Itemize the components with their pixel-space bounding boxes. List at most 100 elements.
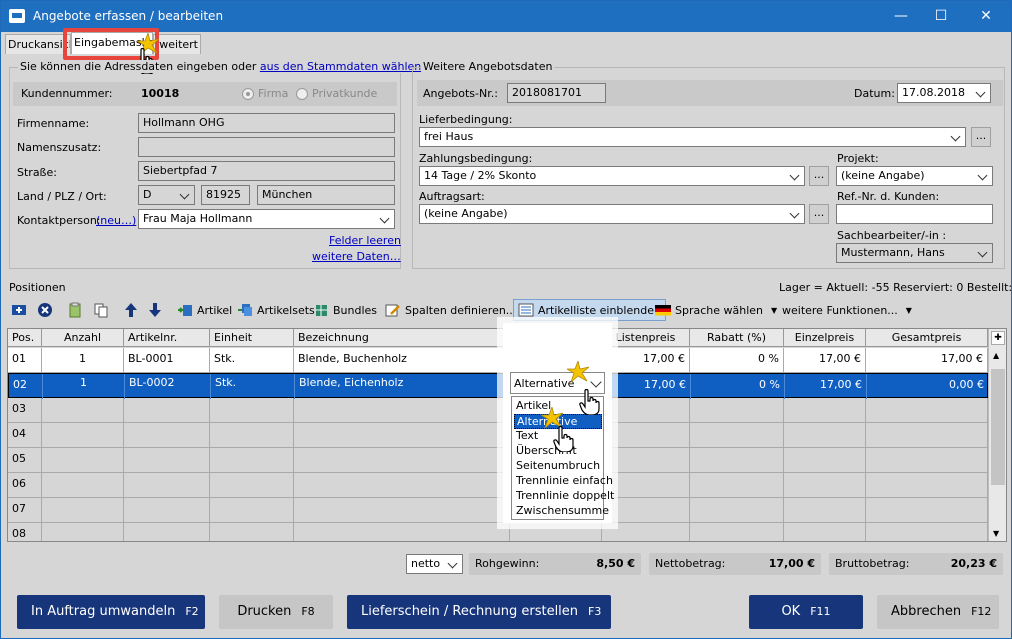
cell-anzahl[interactable]	[42, 448, 124, 473]
table-row[interactable]: 07	[8, 498, 988, 523]
auftragsart-select[interactable]: (keine Angabe)	[419, 204, 805, 224]
cell-listenpreis[interactable]	[602, 523, 690, 541]
cell-pos[interactable]: 03	[8, 398, 42, 423]
column-header-gesamtpreis[interactable]: Gesamtpreis	[866, 329, 988, 347]
cell-anzahl[interactable]: 1	[42, 348, 124, 373]
dropdown-option[interactable]: Seitenumbruch	[514, 459, 602, 474]
cell-pos[interactable]: 06	[8, 473, 42, 498]
table-row[interactable]: 04	[8, 423, 988, 448]
cell-einheit[interactable]	[210, 423, 294, 448]
cell-bezeichnung[interactable]: Blende, Buchenholz	[294, 348, 510, 373]
column-header-bezeichnung[interactable]: Bezeichnung	[294, 329, 510, 347]
lieferbedingung-more-button[interactable]: ...	[971, 127, 991, 147]
close-button[interactable]: ✕	[976, 7, 996, 25]
cell-einzelpreis[interactable]	[784, 473, 866, 498]
stammdaten-link[interactable]: aus den Stammdaten wählen…	[260, 60, 432, 73]
cell-einheit[interactable]: Stk.	[211, 374, 295, 399]
cell-rabatt[interactable]	[690, 423, 784, 448]
cell-pos[interactable]: 01	[8, 348, 42, 373]
scroll-down-icon[interactable]: ▼	[993, 529, 999, 538]
tab-erweitert[interactable]: Erweitert	[153, 34, 201, 54]
move-up-button[interactable]	[123, 300, 143, 320]
cell-listenpreis[interactable]	[602, 448, 690, 473]
cell-anzahl[interactable]	[42, 398, 124, 423]
cell-artikelnr[interactable]	[124, 473, 210, 498]
cell-rabatt[interactable]	[690, 498, 784, 523]
cell-gesamtpreis[interactable]	[866, 448, 988, 473]
sprache-waehlen-dropdown[interactable]: Sprache wählen ▼	[655, 300, 777, 320]
cell-artikelnr[interactable]	[124, 398, 210, 423]
cell-listenpreis[interactable]: 17,00 €	[603, 374, 691, 399]
cell-gesamtpreis[interactable]	[866, 423, 988, 448]
dropdown-option[interactable]: Zwischensumme	[514, 504, 609, 519]
cell-rabatt[interactable]	[690, 448, 784, 473]
namenszusatz-field[interactable]	[138, 137, 395, 157]
abbrechen-button[interactable]: Abbrechen F12	[877, 595, 999, 629]
cell-listenpreis[interactable]	[602, 473, 690, 498]
cell-positionsart[interactable]	[510, 523, 602, 541]
cell-listenpreis[interactable]	[602, 423, 690, 448]
bundles-button[interactable]: Bundles	[313, 300, 377, 320]
cell-rabatt[interactable]: 0 %	[690, 348, 784, 373]
zahlungsbedingung-select[interactable]: 14 Tage / 2% Skonto	[419, 166, 805, 186]
radio-firma[interactable]	[242, 88, 254, 100]
minimize-button[interactable]: —	[891, 7, 911, 25]
cell-rabatt[interactable]	[690, 523, 784, 541]
cell-gesamtpreis[interactable]: 0,00 €	[867, 374, 989, 399]
cell-pos[interactable]: 07	[8, 498, 42, 523]
cell-pos[interactable]: 08	[8, 523, 42, 541]
cell-anzahl[interactable]: 1	[43, 374, 125, 399]
column-header-artikelnr[interactable]: Artikelnr.	[124, 329, 210, 347]
cell-gesamtpreis[interactable]: 17,00 €	[866, 348, 988, 373]
cell-anzahl[interactable]	[42, 498, 124, 523]
column-header-einzelpreis[interactable]: Einzelpreis	[784, 329, 866, 347]
table-row[interactable]: 08	[8, 523, 988, 541]
cell-anzahl[interactable]	[42, 423, 124, 448]
cell-bezeichnung[interactable]	[294, 523, 510, 541]
spalten-definieren-button[interactable]: Spalten definieren...	[385, 300, 516, 320]
felder-leeren-link[interactable]: Felder leeren	[329, 234, 401, 247]
zahlungsbedingung-more-button[interactable]: ...	[809, 166, 829, 186]
artikelliste-toggle[interactable]: Artikelliste einblenden	[513, 299, 666, 321]
cell-bezeichnung[interactable]	[294, 398, 510, 423]
cell-einheit[interactable]	[210, 398, 294, 423]
angebotsnr-field[interactable]: 2018081701	[507, 83, 606, 103]
cell-bezeichnung[interactable]	[294, 498, 510, 523]
cell-bezeichnung[interactable]	[294, 473, 510, 498]
cell-bezeichnung[interactable]: Blende, Eichenholz	[295, 374, 511, 399]
table-row[interactable]: 06	[8, 473, 988, 498]
table-row[interactable]: 03	[8, 398, 988, 423]
cell-artikelnr[interactable]	[124, 523, 210, 541]
cell-gesamtpreis[interactable]	[866, 398, 988, 423]
in-auftrag-umwandeln-button[interactable]: In Auftrag umwandeln F2	[17, 595, 205, 629]
table-row[interactable]: 021BL-0002Stk.Blende, EichenholzAlternat…	[8, 373, 989, 399]
kontaktperson-select[interactable]: Frau Maja Hollmann	[138, 209, 395, 229]
artikelsets-button[interactable]: Artikelsets	[237, 300, 315, 320]
radio-privatkunde[interactable]	[296, 88, 308, 100]
cell-artikelnr[interactable]: BL-0001	[124, 348, 210, 373]
cell-artikelnr[interactable]	[124, 498, 210, 523]
lieferbedingung-select[interactable]: frei Haus	[419, 127, 966, 147]
table-row[interactable]: 011BL-0001Stk.Blende, BuchenholzArtikel1…	[8, 348, 988, 373]
cell-einheit[interactable]	[210, 448, 294, 473]
cell-artikelnr[interactable]	[124, 423, 210, 448]
scroll-top-icon[interactable]: ✚	[991, 331, 1005, 345]
refnr-field[interactable]	[836, 204, 993, 224]
move-down-button[interactable]	[147, 300, 167, 320]
copy-button[interactable]	[67, 300, 87, 320]
cell-einzelpreis[interactable]	[784, 398, 866, 423]
sachbearbeiter-select[interactable]: Mustermann, Hans	[836, 243, 993, 263]
dropdown-option[interactable]: Trennlinie einfach	[514, 474, 613, 489]
column-header-pos[interactable]: Pos.	[8, 329, 42, 347]
insert-row-button[interactable]	[11, 300, 31, 320]
projekt-select[interactable]: (keine Angabe)	[836, 166, 993, 186]
ok-button[interactable]: OK F11	[749, 595, 863, 629]
cell-listenpreis[interactable]: 17,00 €	[602, 348, 690, 373]
column-header-einheit[interactable]: Einheit	[210, 329, 294, 347]
cell-einzelpreis[interactable]	[784, 448, 866, 473]
strasse-field[interactable]: Siebertpfad 7	[138, 161, 395, 181]
cell-einheit[interactable]	[210, 498, 294, 523]
dropdown-option[interactable]: Trennlinie doppelt	[514, 489, 614, 504]
land-select[interactable]: D	[138, 185, 195, 205]
cell-einzelpreis[interactable]	[784, 498, 866, 523]
